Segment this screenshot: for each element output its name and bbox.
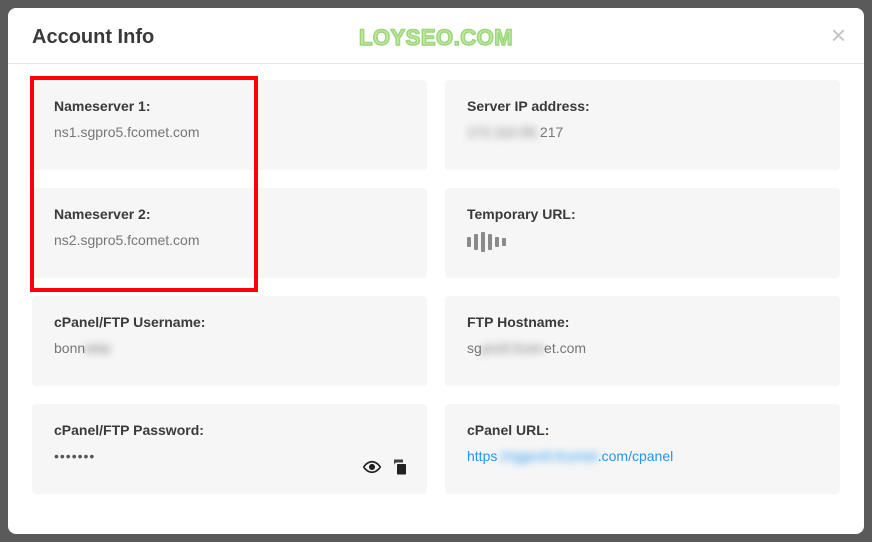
ftphost-value: sgpro5.fcomet.com	[467, 340, 818, 356]
password-icons	[363, 458, 409, 476]
eye-icon[interactable]	[363, 458, 381, 476]
cpaneluser-label: cPanel/FTP Username:	[54, 314, 405, 330]
modal-title: Account Info	[32, 26, 154, 49]
ns2-label: Nameserver 2:	[54, 206, 405, 222]
watermark-text: LOYSEO.COM	[359, 25, 513, 51]
card-nameserver-2: Nameserver 2: ns2.sgpro5.fcomet.com	[32, 188, 427, 278]
copy-icon[interactable]	[391, 458, 409, 476]
ns1-label: Nameserver 1:	[54, 98, 405, 114]
cpaneluser-blur: ielai	[85, 340, 110, 356]
card-cpanel-username: cPanel/FTP Username: bonnielai	[32, 296, 427, 386]
ftphost-blur: pro5.fcom	[482, 340, 544, 356]
serverip-value: 172.110.55.217	[467, 124, 818, 140]
cpanelurl-prefix: https	[467, 448, 497, 464]
card-cpanel-password: cPanel/FTP Password:	[32, 404, 427, 494]
serverip-suffix: 217	[540, 124, 563, 140]
modal-header: Account Info LOYSEO.COM ×	[8, 8, 864, 64]
card-temporary-url: Temporary URL:	[445, 188, 840, 278]
account-info-modal: Account Info LOYSEO.COM × Nameserver 1: …	[8, 8, 864, 534]
card-ftp-hostname: FTP Hostname: sgpro5.fcomet.com	[445, 296, 840, 386]
tempurl-label: Temporary URL:	[467, 206, 818, 222]
cpanelpass-value	[54, 448, 405, 464]
cpanelurl-value[interactable]: https://sgpro5.fcomet.com/cpanel	[467, 448, 818, 464]
ftphost-label: FTP Hostname:	[467, 314, 818, 330]
ns2-value: ns2.sgpro5.fcomet.com	[54, 232, 405, 248]
card-cpanel-url: cPanel URL: https://sgpro5.fcomet.com/cp…	[445, 404, 840, 494]
cpanelurl-suffix: .com/cpanel	[598, 448, 673, 464]
card-server-ip: Server IP address: 172.110.55.217	[445, 80, 840, 170]
info-grid: Nameserver 1: ns1.sgpro5.fcomet.com Serv…	[32, 80, 840, 494]
cpaneluser-value: bonnielai	[54, 340, 405, 356]
cpanelpass-label: cPanel/FTP Password:	[54, 422, 405, 438]
cpaneluser-prefix: bonn	[54, 340, 85, 356]
ftphost-prefix: sg	[467, 340, 482, 356]
cpanelurl-label: cPanel URL:	[467, 422, 818, 438]
close-icon[interactable]: ×	[831, 22, 846, 48]
serverip-blur: 172.110.55.	[467, 124, 540, 140]
modal-body: Nameserver 1: ns1.sgpro5.fcomet.com Serv…	[8, 64, 864, 510]
ftphost-suffix: et.com	[544, 340, 586, 356]
cpanelurl-blur: ://sgpro5.fcomet	[497, 448, 597, 464]
loading-bars-icon	[467, 232, 818, 252]
card-nameserver-1: Nameserver 1: ns1.sgpro5.fcomet.com	[32, 80, 427, 170]
serverip-label: Server IP address:	[467, 98, 818, 114]
ns1-value: ns1.sgpro5.fcomet.com	[54, 124, 405, 140]
